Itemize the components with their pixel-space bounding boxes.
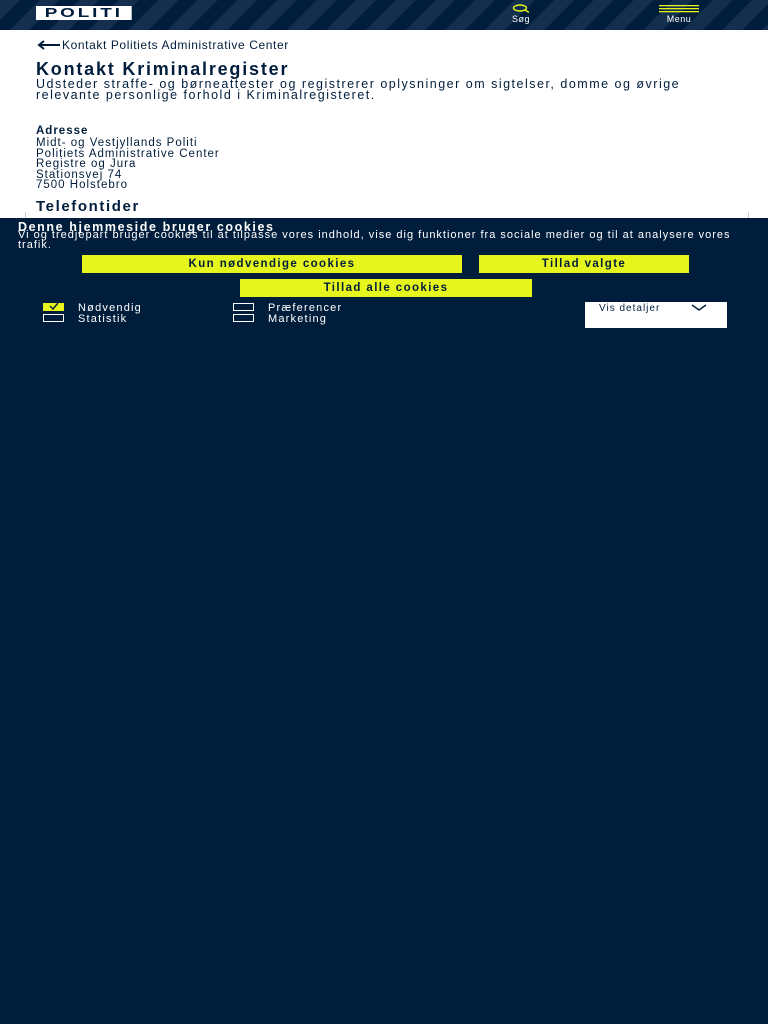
checkbox-statistics[interactable]: Statistik [43,313,127,325]
cookie-description: Vi og tredjepart bruger cookies til at t… [18,229,731,251]
menu-button[interactable]: Menu [652,4,706,24]
address-heading: Adresse [36,125,89,137]
allow-selected-button[interactable]: Tillad valgte [479,255,689,273]
intro-text: Udsteder straffe- og børneattester og re… [36,77,681,102]
main-content: Kontakt Politiets Administrative Center … [0,30,768,218]
allow-all-cookies-button[interactable]: Tillad alle cookies [240,279,532,297]
search-icon [512,4,530,13]
checkbox-marketing[interactable]: Marketing [233,313,327,325]
checkbox-label: Marketing [268,313,328,325]
address-block: Midt- og Vestjyllands Politi Politiets A… [36,137,220,192]
search-button[interactable]: Søg [500,4,542,24]
cookie-banner: Denne hjemmeside bruger cookies Vi og tr… [0,218,768,1024]
show-details-label: Vis detaljer [599,303,661,314]
address-line: Midt- og Vestjyllands Politi [36,137,198,149]
checkbox-empty-icon [43,314,64,323]
menu-label: Menu [666,14,692,24]
checkbox-checked-icon [43,302,64,312]
checkbox-label: Statistik [78,313,128,325]
search-label: Søg [511,14,530,24]
back-link-label: Kontakt Politiets Administrative Center [62,38,289,52]
necessary-cookies-button[interactable]: Kun nødvendige cookies [82,255,462,273]
politi-logo[interactable]: POLITI [36,6,132,20]
chevron-down-icon [691,304,707,311]
show-details-button[interactable]: Vis detaljer [585,302,727,328]
checkbox-empty-icon [233,314,254,323]
hamburger-icon [659,5,699,13]
arrow-left-icon [36,39,62,53]
phone-hours-heading: Telefontider [36,198,140,215]
checkbox-empty-icon [233,303,254,312]
site-header: POLITI Søg Menu [0,0,768,30]
back-link[interactable]: Kontakt Politiets Administrative Center [36,38,289,53]
address-line: 7500 Holstebro [36,179,128,192]
